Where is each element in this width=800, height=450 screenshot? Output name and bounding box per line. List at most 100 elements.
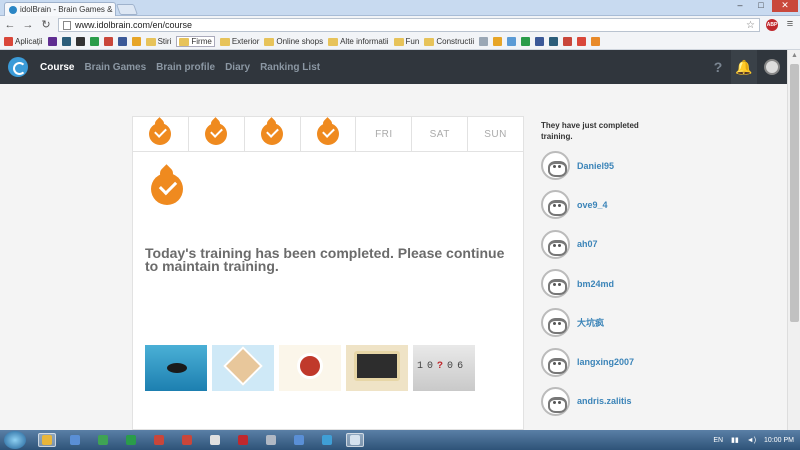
- user-avatar-icon[interactable]: [541, 386, 570, 416]
- username-link[interactable]: langxing2007: [577, 357, 634, 367]
- user-row[interactable]: bm24md: [541, 264, 781, 303]
- user-avatar-icon[interactable]: [541, 190, 570, 220]
- clock[interactable]: 10:00 PM: [764, 437, 794, 444]
- forward-arrow-icon[interactable]: →: [22, 19, 34, 31]
- user-avatar-icon[interactable]: [541, 308, 570, 338]
- chrome-icon[interactable]: [38, 433, 56, 447]
- help-icon[interactable]: ?: [705, 50, 731, 84]
- bookmark-item[interactable]: Online shops: [264, 37, 323, 46]
- bookmark-item[interactable]: [89, 37, 99, 46]
- close-window-button[interactable]: ✕: [772, 0, 798, 12]
- user-avatar-icon[interactable]: [541, 229, 570, 259]
- bookmark-item[interactable]: [47, 37, 57, 46]
- game-thumbnail[interactable]: [279, 345, 341, 391]
- app-glyph: [322, 435, 332, 445]
- new-tab-button[interactable]: [115, 4, 139, 15]
- bookmark-site-icon[interactable]: [479, 37, 489, 46]
- app-icon[interactable]: [150, 433, 168, 447]
- user-row[interactable]: andris.zalitis: [541, 382, 781, 421]
- username-link[interactable]: Daniel95: [577, 161, 614, 171]
- idolbrain-logo-icon[interactable]: [8, 57, 28, 77]
- username-link[interactable]: andris.zalitis: [577, 396, 632, 406]
- bookmark-site-icon[interactable]: [549, 37, 559, 46]
- bookmark-item[interactable]: [75, 37, 85, 46]
- bookmark-item[interactable]: [103, 37, 113, 46]
- reload-icon[interactable]: ↻: [40, 19, 52, 31]
- username-link[interactable]: ove9_4: [577, 200, 608, 210]
- app-glyph: [294, 435, 304, 445]
- fish-game-icon: [167, 363, 187, 373]
- bookmark-site-icon[interactable]: [493, 37, 503, 46]
- app-icon[interactable]: [206, 433, 224, 447]
- user-avatar-icon[interactable]: [757, 50, 787, 84]
- game-thumbnail[interactable]: 10?06: [413, 345, 475, 391]
- app-glyph: [238, 435, 248, 445]
- digit: ?: [437, 361, 448, 372]
- maximize-button[interactable]: □: [751, 0, 771, 12]
- start-button[interactable]: [4, 431, 26, 449]
- username-link[interactable]: bm24md: [577, 279, 614, 289]
- scroll-up-icon[interactable]: ▲: [791, 52, 798, 59]
- app-icon[interactable]: [346, 433, 364, 447]
- recent-completions-panel: They have just completed training. Danie…: [541, 120, 781, 421]
- user-row[interactable]: langxing2007: [541, 342, 781, 381]
- app-icon[interactable]: [66, 433, 84, 447]
- bookmark-site-icon[interactable]: [507, 37, 517, 46]
- bookmark-item[interactable]: Aplicații: [4, 37, 43, 46]
- pdf-icon[interactable]: [234, 433, 252, 447]
- nav-brain-games[interactable]: Brain Games: [84, 62, 146, 73]
- bookmark-item[interactable]: Constructii: [424, 37, 474, 46]
- adblock-icon[interactable]: ABP: [766, 19, 778, 31]
- system-tray: EN ▮▮ ◄) 10:00 PM: [713, 436, 800, 445]
- bookmark-item[interactable]: Firme: [176, 36, 215, 47]
- bookmark-item[interactable]: [117, 37, 127, 46]
- minimize-button[interactable]: –: [730, 0, 750, 12]
- nav-ranking-list[interactable]: Ranking List: [260, 62, 320, 73]
- menu-icon[interactable]: ≡: [784, 19, 796, 31]
- bell-icon[interactable]: 🔔: [731, 50, 757, 84]
- bookmark-site-icon[interactable]: [577, 37, 587, 46]
- volume-icon[interactable]: ◄): [747, 437, 756, 444]
- bookmark-item[interactable]: Fun: [393, 37, 419, 46]
- app-icon[interactable]: [122, 433, 140, 447]
- browser-tab[interactable]: idolBrain - Brain Games & ×: [4, 2, 116, 16]
- nav-course[interactable]: Course: [40, 62, 74, 73]
- back-arrow-icon[interactable]: ←: [4, 19, 16, 31]
- game-thumbnail[interactable]: [346, 345, 408, 391]
- address-bar[interactable]: www.idolbrain.com/en/course ☆: [58, 18, 760, 32]
- user-row[interactable]: 大坑疯: [541, 303, 781, 342]
- tab-title: idolBrain - Brain Games &: [20, 5, 113, 14]
- game-thumbnail[interactable]: [212, 345, 274, 391]
- app-icon[interactable]: [94, 433, 112, 447]
- bookmark-item[interactable]: Stiri: [145, 37, 171, 46]
- nav-diary[interactable]: Diary: [225, 62, 250, 73]
- user-row[interactable]: ah07: [541, 225, 781, 264]
- bookmark-item[interactable]: Exterior: [219, 37, 259, 46]
- app-icon[interactable]: [262, 433, 280, 447]
- browser-titlebar: idolBrain - Brain Games & × – □ ✕: [0, 0, 800, 16]
- user-avatar-icon[interactable]: [541, 347, 570, 377]
- user-row[interactable]: ove9_4: [541, 185, 781, 224]
- game-thumbnail[interactable]: [145, 345, 207, 391]
- user-avatar-icon[interactable]: [541, 269, 570, 299]
- bookmark-star-icon[interactable]: ☆: [746, 20, 755, 31]
- user-avatar-icon[interactable]: [541, 151, 570, 181]
- app-icon[interactable]: [290, 433, 308, 447]
- bookmark-item[interactable]: [61, 37, 71, 46]
- bookmark-item[interactable]: Alte informatii: [328, 37, 389, 46]
- language-indicator[interactable]: EN: [713, 437, 723, 444]
- bookmark-site-icon[interactable]: [563, 37, 573, 46]
- bookmark-site-icon[interactable]: [591, 37, 601, 46]
- bookmark-site-icon[interactable]: [521, 37, 531, 46]
- nav-brain-profile[interactable]: Brain profile: [156, 62, 215, 73]
- page-scrollbar[interactable]: ▲: [787, 50, 800, 430]
- bookmark-item[interactable]: [131, 37, 141, 46]
- app-icon[interactable]: [318, 433, 336, 447]
- user-row[interactable]: Daniel95: [541, 146, 781, 185]
- username-link[interactable]: ah07: [577, 239, 598, 249]
- network-icon[interactable]: ▮▮: [731, 436, 739, 444]
- bookmark-site-icon[interactable]: [535, 37, 545, 46]
- app-icon[interactable]: [178, 433, 196, 447]
- scrollbar-thumb[interactable]: [790, 64, 799, 322]
- username-link[interactable]: 大坑疯: [577, 316, 604, 329]
